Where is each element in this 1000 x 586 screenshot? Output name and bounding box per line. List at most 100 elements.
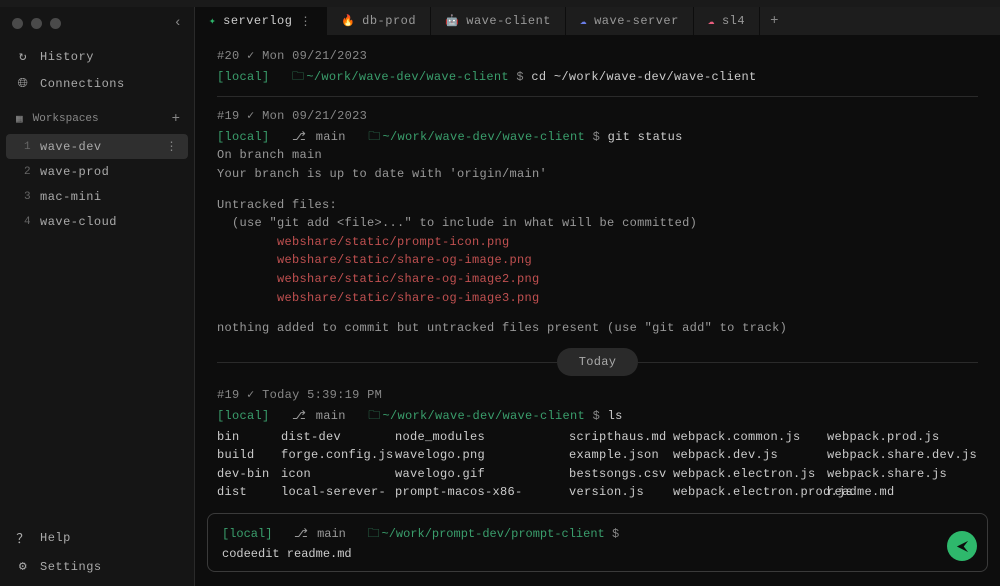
- globe-icon: 🌐︎: [16, 76, 30, 91]
- sidebar-connections-label: Connections: [40, 77, 125, 91]
- dollar: $: [612, 527, 619, 541]
- dollar: $: [593, 409, 608, 423]
- block-num: #20: [217, 49, 240, 63]
- ls-item: example.json: [569, 446, 669, 465]
- ls-item: version.js: [569, 483, 669, 505]
- ls-item: webpack.share.js: [827, 465, 950, 484]
- untracked-file: webshare/static/share-og-image.png: [217, 251, 978, 270]
- workspace-item-wave-cloud[interactable]: 4wave-cloud: [6, 210, 188, 234]
- tab-bar: ✦serverlog⋮🔥db-prod 🤖 wave-client ☁wave-ser…: [195, 7, 1000, 35]
- close-dot[interactable]: [12, 18, 23, 29]
- tab-more-icon[interactable]: ⋮: [299, 14, 312, 29]
- terminal-scroll[interactable]: #20 ✓ Mon 09/21/2023 [local] 🗀~/work/wav…: [195, 35, 1000, 505]
- tab-icon: 🤖: [445, 14, 459, 28]
- collapse-sidebar-icon[interactable]: ‹: [174, 15, 182, 31]
- untracked-file: webshare/static/share-og-image2.png: [217, 270, 978, 289]
- ls-item: wavelogo.gif: [395, 465, 565, 484]
- tab-serverlog[interactable]: ✦serverlog⋮: [195, 7, 327, 35]
- sidebar-history-label: History: [40, 50, 94, 64]
- folder-icon: 🗀: [368, 409, 380, 423]
- today-pill: Today: [557, 348, 639, 377]
- output-line: Your branch is up to date with 'origin/m…: [217, 165, 978, 184]
- sidebar-connections[interactable]: 🌐︎ Connections: [0, 70, 194, 97]
- folder-icon: 🗀: [368, 130, 380, 144]
- add-tab-button[interactable]: +: [760, 7, 788, 35]
- command-input-text[interactable]: codeedit readme.md: [222, 547, 973, 561]
- ls-item: build: [217, 446, 277, 465]
- local-label: [local]: [217, 409, 270, 423]
- workspace-name: wave-prod: [40, 165, 109, 179]
- tab-icon: ☁: [580, 14, 587, 28]
- branch-icon: ⎇: [292, 409, 306, 423]
- sidebar: ‹ ↻ History 🌐︎ Connections ▦ Workspaces …: [0, 7, 195, 586]
- today-divider: Today: [217, 348, 978, 377]
- path-text: ~/work/wave-dev/wave-client: [306, 70, 509, 84]
- tab-wave-client[interactable]: 🤖 wave-client: [431, 7, 566, 35]
- workspace-num: 3: [24, 191, 32, 203]
- local-label: [local]: [217, 130, 270, 144]
- ls-item: dist: [217, 483, 277, 505]
- check-icon: ✓: [247, 388, 255, 402]
- block-num: #19: [217, 109, 240, 123]
- untracked-file: webshare/static/share-og-image3.png: [217, 289, 978, 308]
- sidebar-settings[interactable]: ⚙ Settings: [0, 553, 194, 580]
- ls-item: wavelogo.png: [395, 446, 565, 465]
- output-line: On branch main: [217, 146, 978, 165]
- ls-item: dist-dev: [281, 428, 391, 447]
- output-line: (use "git add <file>..." to include in w…: [217, 214, 978, 233]
- folder-icon: 🗀: [367, 527, 379, 541]
- check-icon: ✓: [247, 49, 255, 63]
- command-block-19b: #19 ✓ Today 5:39:19 PM [local] ⎇ main 🗀~…: [217, 386, 978, 505]
- sidebar-settings-label: Settings: [40, 560, 102, 574]
- path-text: ~/work/prompt-dev/prompt-client: [382, 527, 605, 541]
- traffic-lights: ‹: [0, 7, 194, 39]
- more-icon[interactable]: ⋮: [166, 139, 179, 154]
- dollar: $: [593, 130, 608, 144]
- block-num: #19: [217, 388, 240, 402]
- command-input-area[interactable]: [local] ⎇ main 🗀~/work/prompt-dev/prompt…: [207, 513, 988, 572]
- check-icon: ✓: [247, 109, 255, 123]
- local-label: [local]: [222, 527, 272, 541]
- ls-item: webpack.prod.js: [827, 428, 950, 447]
- output-line: Untracked files:: [217, 196, 978, 215]
- workspace-item-wave-dev[interactable]: 1 wave-dev ⋮: [6, 134, 188, 159]
- tab-icon: ✦: [209, 14, 216, 28]
- branch-text: main: [317, 527, 346, 541]
- workspace-num: 1: [24, 141, 32, 153]
- main-area: ✦serverlog⋮🔥db-prod 🤖 wave-client ☁wave-ser…: [195, 7, 1000, 586]
- zoom-dot[interactable]: [50, 18, 61, 29]
- output-line: nothing added to commit but untracked fi…: [217, 319, 978, 338]
- ls-item: dev-bin: [217, 465, 277, 484]
- sidebar-help[interactable]: ？ Help: [0, 522, 194, 553]
- ls-item: readme.md: [827, 483, 950, 505]
- grid-icon: ▦: [16, 112, 23, 126]
- help-icon: ？: [16, 528, 30, 547]
- add-workspace-button[interactable]: +: [172, 111, 180, 127]
- workspace-item-wave-prod[interactable]: 2wave-prod: [6, 160, 188, 184]
- branch-text: main: [316, 409, 346, 423]
- ls-item: webpack.electron.js: [673, 465, 823, 484]
- command-text: ls: [608, 409, 623, 423]
- gear-icon: ⚙: [16, 559, 30, 574]
- tab-label: wave-client: [466, 14, 551, 28]
- sidebar-history[interactable]: ↻ History: [0, 43, 194, 70]
- workspace-item-mac-mini[interactable]: 3mac-mini: [6, 185, 188, 209]
- dollar: $: [516, 70, 531, 84]
- ls-item: webpack.dev.js: [673, 446, 823, 465]
- workspaces-header: ▦ Workspaces +: [0, 101, 194, 133]
- workspace-name: wave-dev: [40, 140, 102, 154]
- ls-output: bindist-devnode_modulesscripthaus.mdwebp…: [217, 428, 978, 506]
- ls-item: webpack.electron.prod.js: [673, 483, 823, 505]
- tab-label: sl4: [722, 14, 745, 28]
- branch-icon: ⎇: [292, 130, 306, 144]
- tab-wave-server[interactable]: ☁wave-server: [566, 7, 694, 35]
- command-block-20: #20 ✓ Mon 09/21/2023 [local] 🗀~/work/wav…: [217, 47, 978, 86]
- ls-item: node_modules: [395, 428, 565, 447]
- tab-db-prod[interactable]: 🔥db-prod: [327, 7, 431, 35]
- send-icon: [955, 539, 970, 554]
- command-block-19a: #19 ✓ Mon 09/21/2023 [local] ⎇ main 🗀~/w…: [217, 107, 978, 338]
- tab-sl4[interactable]: ☁ sl4: [694, 7, 760, 35]
- run-button[interactable]: [947, 531, 977, 561]
- minimize-dot[interactable]: [31, 18, 42, 29]
- tab-icon: ☁: [708, 14, 715, 28]
